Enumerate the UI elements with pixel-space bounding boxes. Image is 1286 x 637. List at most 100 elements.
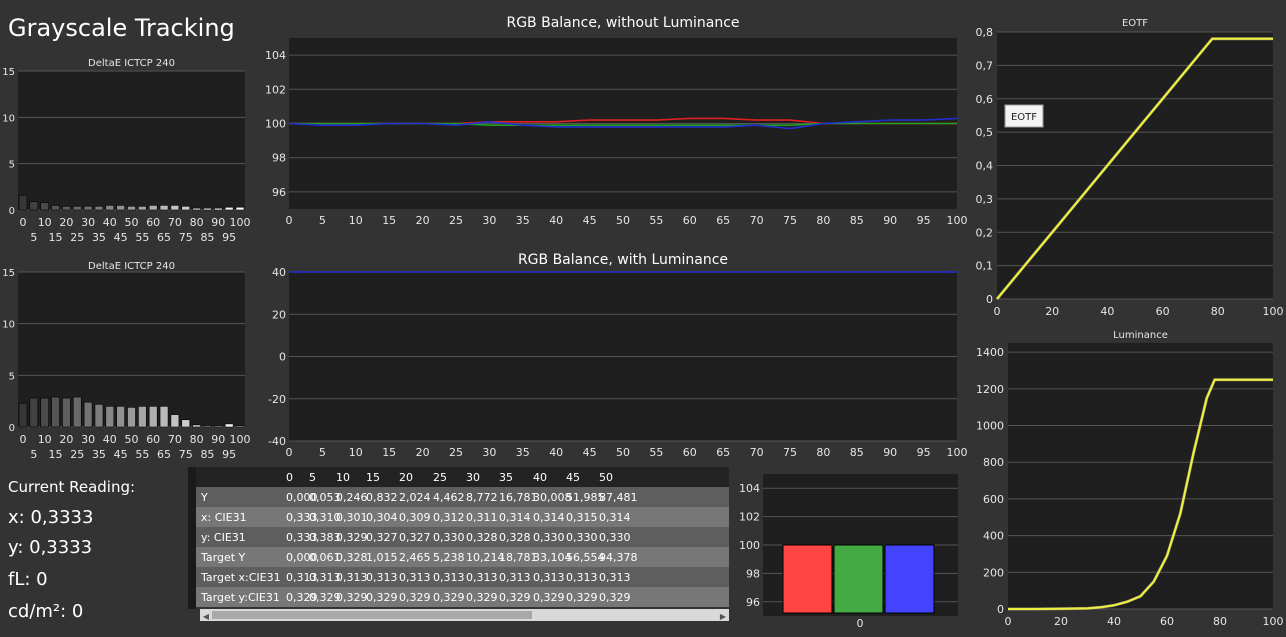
x-tick-label: 20 xyxy=(1045,305,1059,318)
table-cell: 4,462 xyxy=(433,491,465,504)
data-table: 0 5 10 15 20 25 30 35 40 45 50Y 0,0000,0530,2460,83… xyxy=(188,467,729,609)
deltae-bar xyxy=(18,402,28,428)
x-tick-label: 90 xyxy=(211,433,225,446)
reading-cdm-value: cd/m²: 0 xyxy=(8,601,84,622)
deltae-bar xyxy=(159,406,169,428)
deltae-bar xyxy=(203,207,212,211)
x-tick-label: 80 xyxy=(816,446,830,459)
x-tick-label: 60 xyxy=(683,214,697,227)
x-tick-label: 80 xyxy=(1213,615,1227,628)
x-tick-label: 40 xyxy=(103,216,117,229)
y-tick-label: 800 xyxy=(983,456,1004,469)
deltae-bar xyxy=(138,205,147,211)
table-header-cell: 40 xyxy=(533,471,547,484)
row-label: x: CIE31 xyxy=(201,511,247,524)
plot-area xyxy=(18,71,245,210)
row-label: Target x:CIE31 xyxy=(200,571,281,584)
x-tick-label: 45 xyxy=(114,448,128,461)
x-tick-label: 70 xyxy=(168,216,182,229)
deltae-bar xyxy=(40,397,50,428)
x-tick-label: 5 xyxy=(30,231,37,244)
deltae-bar xyxy=(224,206,234,211)
x-tick-label: 10 xyxy=(38,433,52,446)
y-tick-label: 0,6 xyxy=(976,93,994,106)
table-cell: 0,328 xyxy=(499,531,531,544)
x-tick-label: 0 xyxy=(1005,615,1012,628)
x-tick-label: 0 xyxy=(994,305,1001,318)
deltae-bar xyxy=(83,401,93,428)
table-cell: 94,378 xyxy=(599,551,638,564)
deltae-bar xyxy=(116,205,125,211)
x-tick-label: 25 xyxy=(70,448,84,461)
table-cell: 2,024 xyxy=(399,491,431,504)
chart-title: Luminance xyxy=(1113,330,1168,341)
table-header-cell: 20 xyxy=(399,471,413,484)
table-cell: 0,329 xyxy=(336,591,368,604)
deltae-bar xyxy=(203,425,212,428)
x-tick-label: 65 xyxy=(157,448,171,461)
x-tick-label: 100 xyxy=(1263,305,1284,318)
horizontal-scrollbar[interactable]: ◀ ▶ xyxy=(200,609,729,621)
table-header-cell: 25 xyxy=(433,471,447,484)
table-cell: 0,330 xyxy=(599,531,631,544)
deltae-bar xyxy=(235,425,245,428)
x-tick-label: 15 xyxy=(382,446,396,459)
table-cell: 0,313 xyxy=(499,571,531,584)
y-tick-label: 100 xyxy=(265,118,286,131)
table-header-cell: 50 xyxy=(599,471,613,484)
table-header-cell: 30 xyxy=(466,471,480,484)
y-tick-label: 0 xyxy=(279,351,286,364)
x-tick-label: 60 xyxy=(146,216,160,229)
y-tick-label: 96 xyxy=(746,596,760,609)
deltae-chart: DeltaE ICTCP 2400510150 10 20 30 40 50 60 70 80 9… xyxy=(2,58,250,244)
x-tick-label: 60 xyxy=(1156,305,1170,318)
y-tick-label: 98 xyxy=(272,152,286,165)
current-reading-label: Current Reading: xyxy=(8,478,136,496)
deltae-bar xyxy=(235,206,245,211)
y-tick-label: 5 xyxy=(9,371,15,382)
y-tick-label: 10 xyxy=(2,113,15,124)
x-tick-label: 5 xyxy=(319,446,326,459)
deltae-bar xyxy=(192,424,201,428)
y-tick-label: 40 xyxy=(272,266,286,279)
chart-title: DeltaE ICTCP 240 xyxy=(88,261,175,272)
x-tick-label: 15 xyxy=(382,214,396,227)
rgb-level-bar xyxy=(884,544,935,614)
deltae-bar xyxy=(94,205,104,211)
x-tick-label: 65 xyxy=(716,446,730,459)
y-tick-label: 100 xyxy=(739,539,760,552)
deltae-bar xyxy=(51,396,60,428)
x-tick-label: 70 xyxy=(168,433,182,446)
x-tick-label: 45 xyxy=(583,446,597,459)
y-tick-label: 0,8 xyxy=(976,26,994,39)
table-cell: 0,315 xyxy=(566,511,598,524)
deltae-bar xyxy=(170,205,180,211)
x-tick-label: 15 xyxy=(49,448,63,461)
rgb-level-bar xyxy=(782,544,833,614)
x-tick-label: 95 xyxy=(917,446,931,459)
scroll-left-icon: ◀ xyxy=(203,612,210,621)
x-tick-label: 100 xyxy=(1263,615,1284,628)
x-tick-label: 100 xyxy=(947,214,968,227)
table-cell: 0,329 xyxy=(599,591,631,604)
x-tick-label: 20 xyxy=(416,214,430,227)
x-tick-label: 85 xyxy=(850,446,864,459)
table-cell: 0,314 xyxy=(499,511,531,524)
table-cell: 0,329 xyxy=(399,591,431,604)
x-tick-label: 50 xyxy=(616,214,630,227)
x-tick-label: 80 xyxy=(1211,305,1225,318)
x-tick-label: 45 xyxy=(114,231,128,244)
deltae-bar xyxy=(72,205,82,211)
x-tick-label: 80 xyxy=(816,214,830,227)
table-cell: 0,329 xyxy=(366,591,398,604)
x-tick-label: 0 xyxy=(20,433,27,446)
y-tick-label: 98 xyxy=(746,567,760,580)
table-cell: 0,246 xyxy=(336,491,368,504)
table-cell: 0,329 xyxy=(433,591,465,604)
y-tick-label: 15 xyxy=(2,268,15,279)
table-cell: 0,313 xyxy=(599,571,631,584)
eotf-chart: EOTF 0 0,1 0,2 0,3 0,4 0,5 0,6 0,7 0,8 0 20 40 60 80 10… xyxy=(976,18,1284,318)
x-tick-label: 90 xyxy=(883,446,897,459)
table-cell: 0,301 xyxy=(336,511,368,524)
y-tick-label: 15 xyxy=(2,67,15,78)
